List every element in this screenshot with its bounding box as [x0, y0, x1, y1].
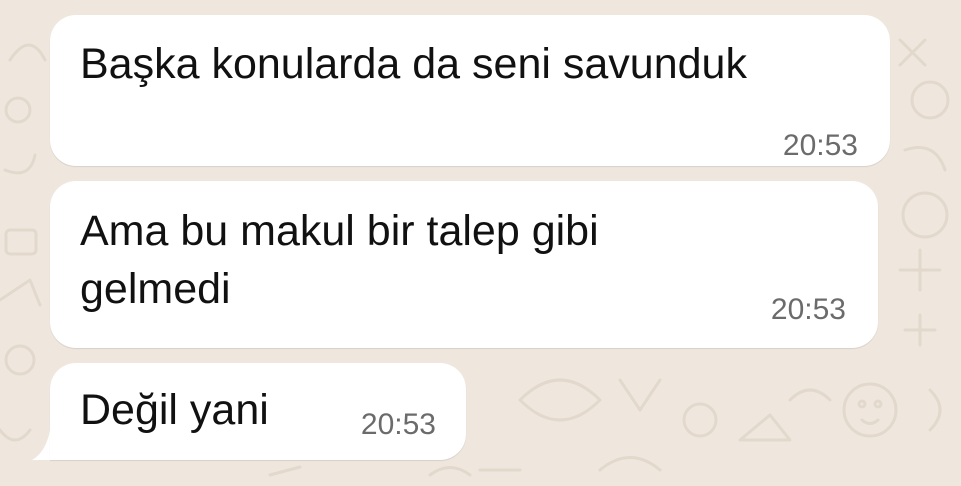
message-text: Başka konularda da seni savundu​k [80, 40, 747, 88]
message-bubble[interactable]: Değil yani 20:53 [50, 363, 466, 460]
message-text: Ama bu makul bir talep gibi gelmedi [80, 202, 599, 318]
message-timestamp: 20:53 [770, 293, 846, 326]
message-bubble[interactable]: Ama bu makul bir talep gibi gelmedi 20:5… [50, 181, 878, 348]
message-text-line: gelmedi [80, 265, 231, 313]
message-bubble[interactable]: Başka konularda da seni savundu​k 20:53 [50, 15, 890, 166]
message-timestamp: 20:53 [782, 129, 858, 162]
message-timestamp: 20:53 [360, 408, 436, 441]
message-text-line: Ama bu makul bir talep gibi [80, 207, 599, 255]
message-text: Değil yani [80, 386, 269, 434]
